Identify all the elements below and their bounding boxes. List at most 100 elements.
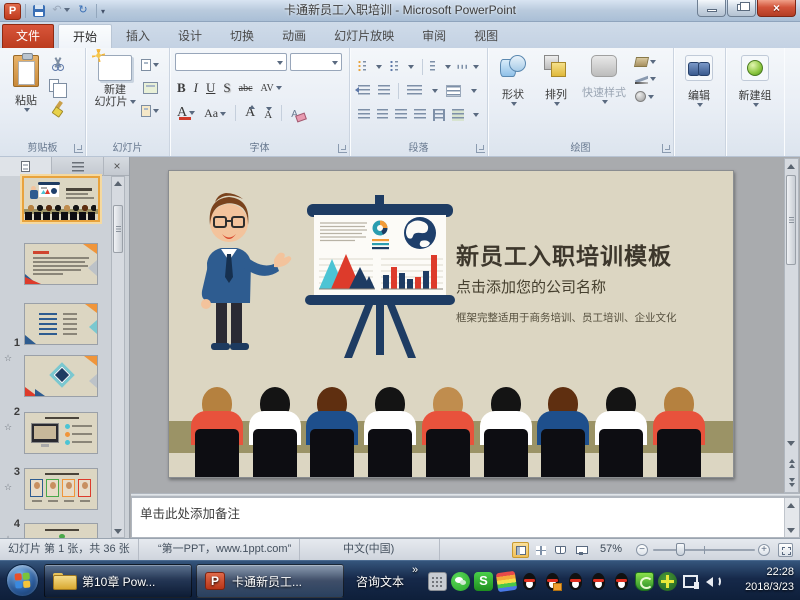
font-size-combo[interactable]: [290, 53, 342, 71]
italic-button[interactable]: I: [194, 80, 198, 96]
font-color-button[interactable]: A: [177, 105, 195, 121]
volume-tray-icon[interactable]: [704, 572, 723, 591]
clear-formatting-button[interactable]: [291, 109, 305, 121]
antivirus-shield-icon[interactable]: [635, 572, 654, 591]
minimize-button[interactable]: [697, 0, 726, 17]
zoom-slider-thumb[interactable]: [676, 543, 685, 556]
panel-close-button[interactable]: ×: [105, 157, 129, 175]
taskbar-clock[interactable]: 22:28 2018/3/23: [745, 565, 794, 595]
slide-text-block[interactable]: 新员工入职培训模板 点击添加您的公司名称 框架完整适用于商务培训、员工培训、企业…: [456, 237, 722, 325]
status-theme-name[interactable]: “第一PPT，www.1ppt.com”: [150, 539, 300, 561]
close-button[interactable]: ×: [757, 0, 796, 17]
next-slide-button[interactable]: [785, 474, 798, 490]
editing-button[interactable]: 编辑: [677, 51, 721, 137]
drawing-dialog-launcher[interactable]: [662, 144, 671, 153]
tab-insert[interactable]: 插入: [112, 24, 164, 48]
line-spacing-button[interactable]: [430, 61, 434, 73]
green-plus-tray-icon[interactable]: [658, 572, 677, 591]
notes-scrollbar[interactable]: [784, 498, 799, 537]
cut-button[interactable]: [49, 55, 67, 72]
thumbnail-slide-5[interactable]: [24, 412, 98, 454]
editor-scroll-up[interactable]: [785, 160, 797, 172]
decrease-indent-button[interactable]: [358, 85, 370, 97]
new-group-button[interactable]: 新建组: [729, 51, 781, 137]
shapes-button[interactable]: 形状: [491, 51, 535, 137]
slide-sorter-view-button[interactable]: [532, 542, 549, 558]
section-button[interactable]: [141, 102, 159, 119]
shape-effects-button[interactable]: [635, 91, 656, 102]
rainbow-tray-icon[interactable]: [496, 570, 517, 591]
panel-scroll-up[interactable]: [112, 177, 124, 189]
clipboard-dialog-launcher[interactable]: [74, 144, 83, 153]
qq-tray-icon-3[interactable]: [566, 572, 585, 591]
align-text-button[interactable]: [446, 85, 461, 97]
align-right-button[interactable]: [395, 109, 407, 121]
increase-indent-button[interactable]: [378, 85, 390, 97]
start-button[interactable]: [6, 564, 39, 597]
font-name-combo[interactable]: [175, 53, 287, 71]
taskbar-button-powerpoint[interactable]: P 卡通新员工...: [196, 564, 344, 598]
shape-outline-button[interactable]: [635, 74, 656, 84]
skype-tray-icon[interactable]: S: [474, 572, 493, 591]
numbering-button[interactable]: [390, 61, 398, 73]
text-direction-button[interactable]: [455, 65, 467, 69]
tab-outline[interactable]: [52, 157, 104, 176]
new-slide-button[interactable]: 新建幻灯片: [89, 51, 141, 137]
arrange-button[interactable]: 排列: [535, 51, 577, 137]
panel-scroll-down[interactable]: [112, 525, 124, 537]
wechat-tray-icon[interactable]: [451, 572, 470, 591]
editor-scroll-thumb[interactable]: [786, 175, 796, 265]
input-method-keyboard-icon[interactable]: [428, 572, 447, 591]
format-painter-button[interactable]: [49, 99, 67, 116]
reset-button[interactable]: [141, 79, 159, 96]
zoom-level[interactable]: 57%: [600, 539, 622, 560]
qq-tray-icon-5[interactable]: [612, 572, 631, 591]
previous-slide-button[interactable]: [785, 455, 798, 471]
qq-tray-icon-2[interactable]: [543, 572, 562, 591]
thumbnail-slide-2[interactable]: [24, 243, 98, 285]
tab-file[interactable]: 文件: [2, 24, 54, 48]
slide-canvas[interactable]: 新员工入职培训模板 点击添加您的公司名称 框架完整适用于商务培训、员工培训、企业…: [168, 170, 734, 478]
taskbar-button-explorer[interactable]: 第10章 Pow...: [44, 564, 192, 598]
slideshow-view-button[interactable]: [572, 542, 589, 558]
tab-transitions[interactable]: 切换: [216, 24, 268, 48]
panel-scrollbar[interactable]: [111, 176, 125, 538]
restore-button[interactable]: [727, 0, 756, 17]
qq-tray-icon-4[interactable]: [589, 572, 608, 591]
zoom-in-button[interactable]: +: [758, 544, 770, 556]
character-spacing-button[interactable]: AV: [261, 83, 282, 94]
layout-button[interactable]: [141, 56, 159, 73]
zoom-out-button[interactable]: −: [636, 544, 648, 556]
reading-view-button[interactable]: [552, 542, 569, 558]
smartart-button[interactable]: [452, 109, 464, 121]
panel-scroll-thumb[interactable]: [113, 205, 123, 253]
notes-pane[interactable]: 单击此处添加备注: [131, 497, 800, 538]
qq-tray-icon-1[interactable]: [520, 572, 539, 591]
copy-button[interactable]: [49, 77, 67, 94]
thumbnail-slide-3[interactable]: [24, 303, 98, 345]
bold-button[interactable]: B: [177, 80, 186, 96]
quick-styles-button[interactable]: 快速样式: [577, 51, 631, 137]
notes-scroll-up[interactable]: [785, 499, 797, 511]
tab-design[interactable]: 设计: [164, 24, 216, 48]
grow-font-button[interactable]: A: [245, 105, 255, 121]
status-slide-info[interactable]: 幻灯片 第 1 张，共 36 张: [0, 539, 139, 561]
thumbnail-slide-4[interactable]: [24, 355, 98, 397]
taskbar-toolbar-label[interactable]: 咨询文本: [356, 573, 404, 590]
align-left-button[interactable]: [358, 109, 370, 121]
toolbar-overflow-chevron[interactable]: »: [412, 564, 418, 576]
tab-slides-thumbnails[interactable]: [0, 157, 52, 176]
text-shadow-button[interactable]: S: [223, 80, 230, 96]
columns-button[interactable]: [407, 85, 422, 97]
tab-home[interactable]: 开始: [58, 24, 112, 48]
tab-slideshow[interactable]: 幻灯片放映: [320, 24, 408, 48]
distribute-button[interactable]: [433, 109, 446, 121]
editor-scroll-down[interactable]: [785, 437, 797, 449]
shape-fill-button[interactable]: [635, 57, 656, 67]
paste-button[interactable]: 粘贴: [3, 51, 49, 137]
status-language[interactable]: 中文(中国): [335, 539, 440, 561]
strikethrough-button[interactable]: abc: [239, 83, 253, 94]
tab-animations[interactable]: 动画: [268, 24, 320, 48]
thumbnail-slide-1[interactable]: [22, 176, 100, 222]
fit-to-window-button[interactable]: [778, 543, 793, 557]
